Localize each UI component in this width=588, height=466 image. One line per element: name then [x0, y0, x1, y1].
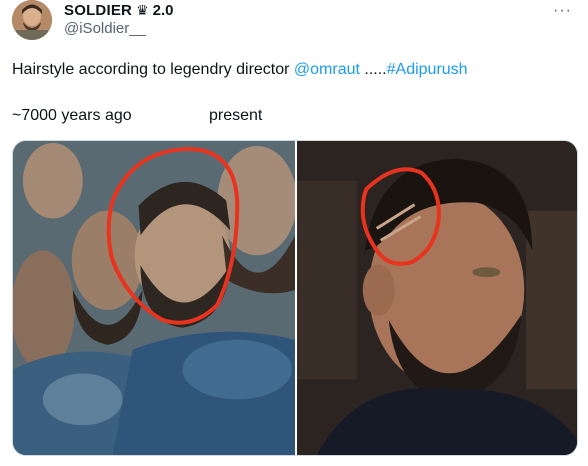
author-handle[interactable]: @iSoldier__ — [64, 20, 146, 37]
media-image-right[interactable] — [297, 141, 577, 455]
tweet-text-prefix: Hairstyle according to legendry director — [12, 61, 294, 78]
caption-present: present — [209, 107, 263, 124]
media-image-left[interactable] — [13, 141, 295, 455]
tweet-media[interactable] — [12, 140, 578, 456]
more-options-icon[interactable]: ··· — [553, 2, 572, 20]
author-name-row[interactable]: SOLDIER ♛ 2.0 — [64, 0, 174, 20]
hashtag-link[interactable]: #Adipurush — [387, 61, 468, 78]
tweet-text: Hairstyle according to legendry director… — [12, 60, 468, 80]
author-name-suffix[interactable]: 2.0 — [153, 2, 174, 19]
tweet-text-mid: ..... — [359, 61, 387, 78]
crown-icon: ♛ — [136, 2, 149, 18]
author-display-name[interactable]: SOLDIER — [64, 2, 132, 19]
avatar[interactable] — [12, 0, 52, 40]
caption-past: ~7000 years ago — [12, 107, 132, 124]
tweet-header: SOLDIER ♛ 2.0 @iSoldier__ ··· — [12, 0, 588, 44]
mention-link[interactable]: @omraut — [294, 61, 360, 78]
